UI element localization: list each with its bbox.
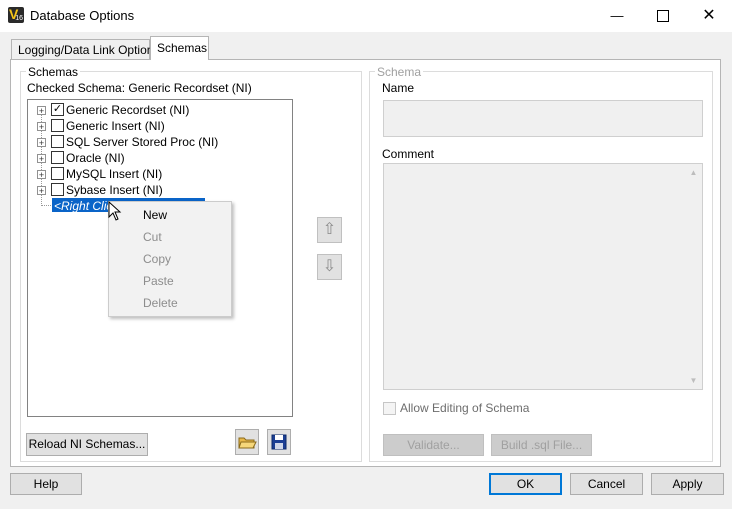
tree-node[interactable]: + MySQL Insert (NI) <box>34 166 284 182</box>
close-button[interactable]: ✕ <box>686 0 732 32</box>
move-down-button[interactable]: ⇩ <box>317 254 342 280</box>
build-sql-file-button[interactable]: Build .sql File... <box>491 434 592 456</box>
tree-node-checkbox[interactable] <box>51 183 64 196</box>
checked-schema-label: Checked Schema: Generic Recordset (NI) <box>27 81 252 95</box>
tree-node[interactable]: + Oracle (NI) <box>34 150 284 166</box>
comment-field[interactable]: ▲ ▼ <box>383 163 703 390</box>
schemas-group-legend: Schemas <box>26 65 81 79</box>
context-menu: New Cut Copy Paste Delete <box>108 201 232 317</box>
menu-item-new[interactable]: New <box>111 204 229 226</box>
maximize-button[interactable] <box>640 0 686 32</box>
tree-node-label[interactable]: Generic Recordset (NI) <box>66 103 189 117</box>
allow-editing-checkbox[interactable] <box>383 402 396 415</box>
tree-node-checkbox[interactable]: ✓ <box>51 103 64 116</box>
menu-item-delete[interactable]: Delete <box>111 292 229 314</box>
tree-node-label[interactable]: Oracle (NI) <box>66 151 125 165</box>
validate-button[interactable]: Validate... <box>383 434 484 456</box>
help-button[interactable]: Help <box>10 473 82 495</box>
name-field[interactable] <box>383 100 703 137</box>
tab-schemas[interactable]: Schemas <box>150 36 209 60</box>
tree-node[interactable]: + ✓ Generic Recordset (NI) <box>34 102 284 118</box>
cancel-button[interactable]: Cancel <box>570 473 643 495</box>
name-label: Name <box>382 81 415 95</box>
allow-editing-label: Allow Editing of Schema <box>400 401 530 415</box>
tree-node-label[interactable]: Sybase Insert (NI) <box>66 183 163 197</box>
tree-node-checkbox[interactable] <box>51 167 64 180</box>
tree-node-checkbox[interactable] <box>51 151 64 164</box>
expand-icon[interactable]: + <box>37 138 46 148</box>
maximize-icon <box>657 9 669 22</box>
minimize-button[interactable]: — <box>594 0 640 32</box>
menu-item-paste[interactable]: Paste <box>111 270 229 292</box>
minimize-icon: — <box>610 8 624 23</box>
arrow-down-icon: ⇩ <box>322 258 337 275</box>
tree-node[interactable]: + Sybase Insert (NI) <box>34 182 284 198</box>
tab-logging-data-link-options[interactable]: Logging/Data Link Options <box>11 39 159 60</box>
tree-node-checkbox[interactable] <box>51 135 64 148</box>
tree-node-checkbox[interactable] <box>51 119 64 132</box>
arrow-up-icon: ⇧ <box>322 221 337 238</box>
window-title: Database Options <box>30 8 135 23</box>
tree-node[interactable]: + SQL Server Stored Proc (NI) <box>34 134 284 150</box>
comment-scrollbar[interactable]: ▲ ▼ <box>685 164 702 389</box>
mouse-cursor-icon <box>108 201 122 221</box>
reload-ni-schemas-button[interactable]: Reload NI Schemas... <box>26 433 148 456</box>
floppy-disk-icon <box>271 434 287 450</box>
save-button[interactable] <box>267 429 291 455</box>
expand-icon[interactable]: + <box>37 170 46 180</box>
tree-node[interactable]: + Generic Insert (NI) <box>34 118 284 134</box>
scroll-up-icon[interactable]: ▲ <box>685 164 702 181</box>
expand-icon[interactable]: + <box>37 154 46 164</box>
move-up-button[interactable]: ⇧ <box>317 217 342 243</box>
tree-node-label[interactable]: MySQL Insert (NI) <box>66 167 162 181</box>
ok-button[interactable]: OK <box>489 473 562 495</box>
close-icon: ✕ <box>702 7 716 24</box>
menu-item-copy[interactable]: Copy <box>111 248 229 270</box>
apply-button[interactable]: Apply <box>651 473 724 495</box>
menu-item-cut[interactable]: Cut <box>111 226 229 248</box>
tree-node-label[interactable]: SQL Server Stored Proc (NI) <box>66 135 218 149</box>
app-icon: V 16 <box>8 7 24 23</box>
open-folder-button[interactable] <box>235 429 259 455</box>
scroll-down-icon[interactable]: ▼ <box>685 372 702 389</box>
expand-icon[interactable]: + <box>37 186 46 196</box>
expand-icon[interactable]: + <box>37 122 46 132</box>
tree-node-label[interactable]: Generic Insert (NI) <box>66 119 165 133</box>
comment-label: Comment <box>382 147 435 161</box>
schema-group-legend: Schema <box>375 65 424 79</box>
expand-icon[interactable]: + <box>37 106 46 116</box>
tree-line-horizontal <box>41 205 51 206</box>
folder-open-icon <box>238 437 257 449</box>
